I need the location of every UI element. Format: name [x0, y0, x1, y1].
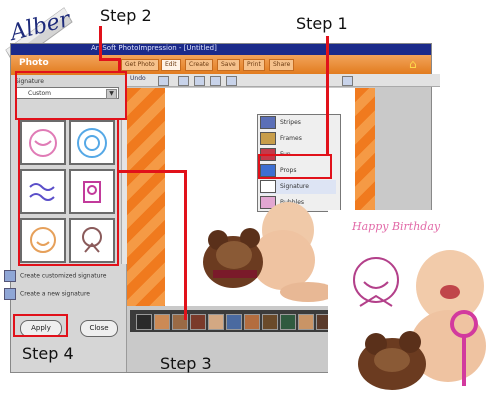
film-thumbnail[interactable] — [298, 314, 314, 330]
film-thumbnail[interactable] — [262, 314, 278, 330]
rotate-icon[interactable] — [194, 76, 205, 86]
step2-highlight — [15, 71, 127, 120]
tab-save[interactable]: Save — [217, 59, 240, 71]
film-thumbnail[interactable] — [280, 314, 296, 330]
brand-label: Photo — [19, 58, 49, 68]
menu-item-label: Frames — [280, 135, 302, 142]
film-thumbnail[interactable] — [226, 314, 242, 330]
option-label: Create customized signature — [20, 272, 107, 280]
step1-connector — [326, 36, 329, 154]
create-new-signature-option[interactable]: Create a new signature — [4, 288, 90, 300]
edit-toolbar — [127, 74, 440, 87]
signature-icon — [4, 288, 16, 300]
tab-get-photo[interactable]: Get Photo — [121, 59, 159, 71]
step4-highlight — [13, 314, 68, 337]
menu-item-label: Signature — [280, 183, 309, 190]
effects-icon[interactable] — [342, 76, 353, 86]
crop-icon[interactable] — [210, 76, 221, 86]
save-icon[interactable] — [158, 76, 169, 86]
option-label: Create a new signature — [20, 290, 90, 298]
canvas-background-left — [127, 88, 165, 306]
step2-connector — [118, 58, 121, 72]
title-bar: ArcSoft PhotoImpression - [Untitled] — [11, 44, 431, 55]
step4-label: Step 4 — [22, 344, 74, 363]
step3-highlight — [18, 118, 119, 266]
step3-label: Step 3 — [160, 354, 212, 373]
film-thumbnail[interactable] — [154, 314, 170, 330]
window-title: ArcSoft PhotoImpression - [Untitled] — [91, 44, 217, 52]
tab-share[interactable]: Share — [269, 59, 295, 71]
print-icon[interactable] — [178, 76, 189, 86]
home-icon[interactable]: ⌂ — [409, 58, 423, 70]
film-thumbnail[interactable] — [244, 314, 260, 330]
signature-icon — [4, 270, 16, 282]
close-button[interactable]: Close — [80, 320, 118, 337]
step3-connector — [184, 170, 187, 320]
stripes-icon — [260, 116, 276, 129]
baby-with-teddy-photo — [203, 202, 336, 302]
menu-item-signature[interactable]: Signature — [260, 180, 336, 194]
step1-highlight — [258, 154, 332, 179]
film-thumbnail[interactable] — [136, 314, 152, 330]
tab-print[interactable]: Print — [243, 59, 265, 71]
tab-edit[interactable]: Edit — [161, 59, 181, 71]
step3-connector — [119, 170, 186, 173]
create-custom-signature-option[interactable]: Create customized signature — [4, 270, 106, 282]
film-thumbnail[interactable] — [190, 314, 206, 330]
tab-create[interactable]: Create — [185, 59, 213, 71]
menu-item-frames[interactable]: Frames — [260, 132, 336, 146]
step2-label: Step 2 — [100, 6, 152, 25]
signature-pen-icon — [260, 180, 276, 193]
canvas-background-right — [355, 88, 375, 218]
result-caption: Happy Birthday — [352, 220, 441, 233]
film-thumbnail[interactable] — [208, 314, 224, 330]
baby-with-signature-result — [353, 250, 486, 390]
zoom-icon[interactable] — [226, 76, 237, 86]
menu-item-stripes[interactable]: Stripes — [260, 116, 336, 130]
step1-label: Step 1 — [296, 14, 348, 33]
step2-connector — [99, 26, 102, 60]
menu-item-label: Stripes — [280, 119, 301, 126]
frames-icon — [260, 132, 276, 145]
undo-button[interactable]: Undo — [130, 75, 146, 82]
